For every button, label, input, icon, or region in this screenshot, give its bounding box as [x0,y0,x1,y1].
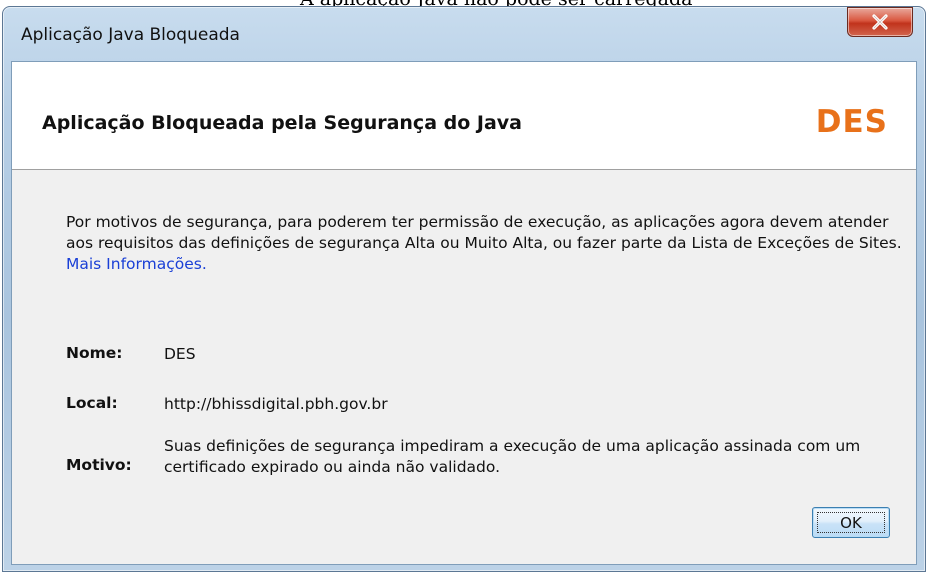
dialog-content: Aplicação Bloqueada pela Segurança do Ja… [11,61,917,565]
more-info-link[interactable]: Mais Informações. [66,255,207,273]
des-logo: DES [815,104,888,140]
dialog-heading: Aplicação Bloqueada pela Segurança do Ja… [42,112,523,134]
reason-value: Suas definições de segurança impediram a… [164,437,861,476]
security-message: Por motivos de segurança, para poderem t… [66,212,906,275]
message-text: Por motivos de segurança, para poderem t… [66,213,902,252]
title-bar[interactable]: Aplicação Java Bloqueada [3,7,925,61]
focus-ring [817,512,885,533]
close-button[interactable] [847,7,913,37]
name-label: Nome: [66,344,123,362]
close-icon [871,14,889,30]
header-panel: Aplicação Bloqueada pela Segurança do Ja… [12,62,916,170]
ok-button[interactable]: OK [812,507,890,538]
name-value: DES [164,345,196,363]
reason-label: Motivo: [66,456,132,474]
location-label: Local: [66,394,118,412]
window-title: Aplicação Java Bloqueada [21,25,240,45]
dialog-window: Aplicação Java Bloqueada Aplicação Bloqu… [2,6,926,572]
location-value: http://bhissdigital.pbh.gov.br [164,395,388,413]
